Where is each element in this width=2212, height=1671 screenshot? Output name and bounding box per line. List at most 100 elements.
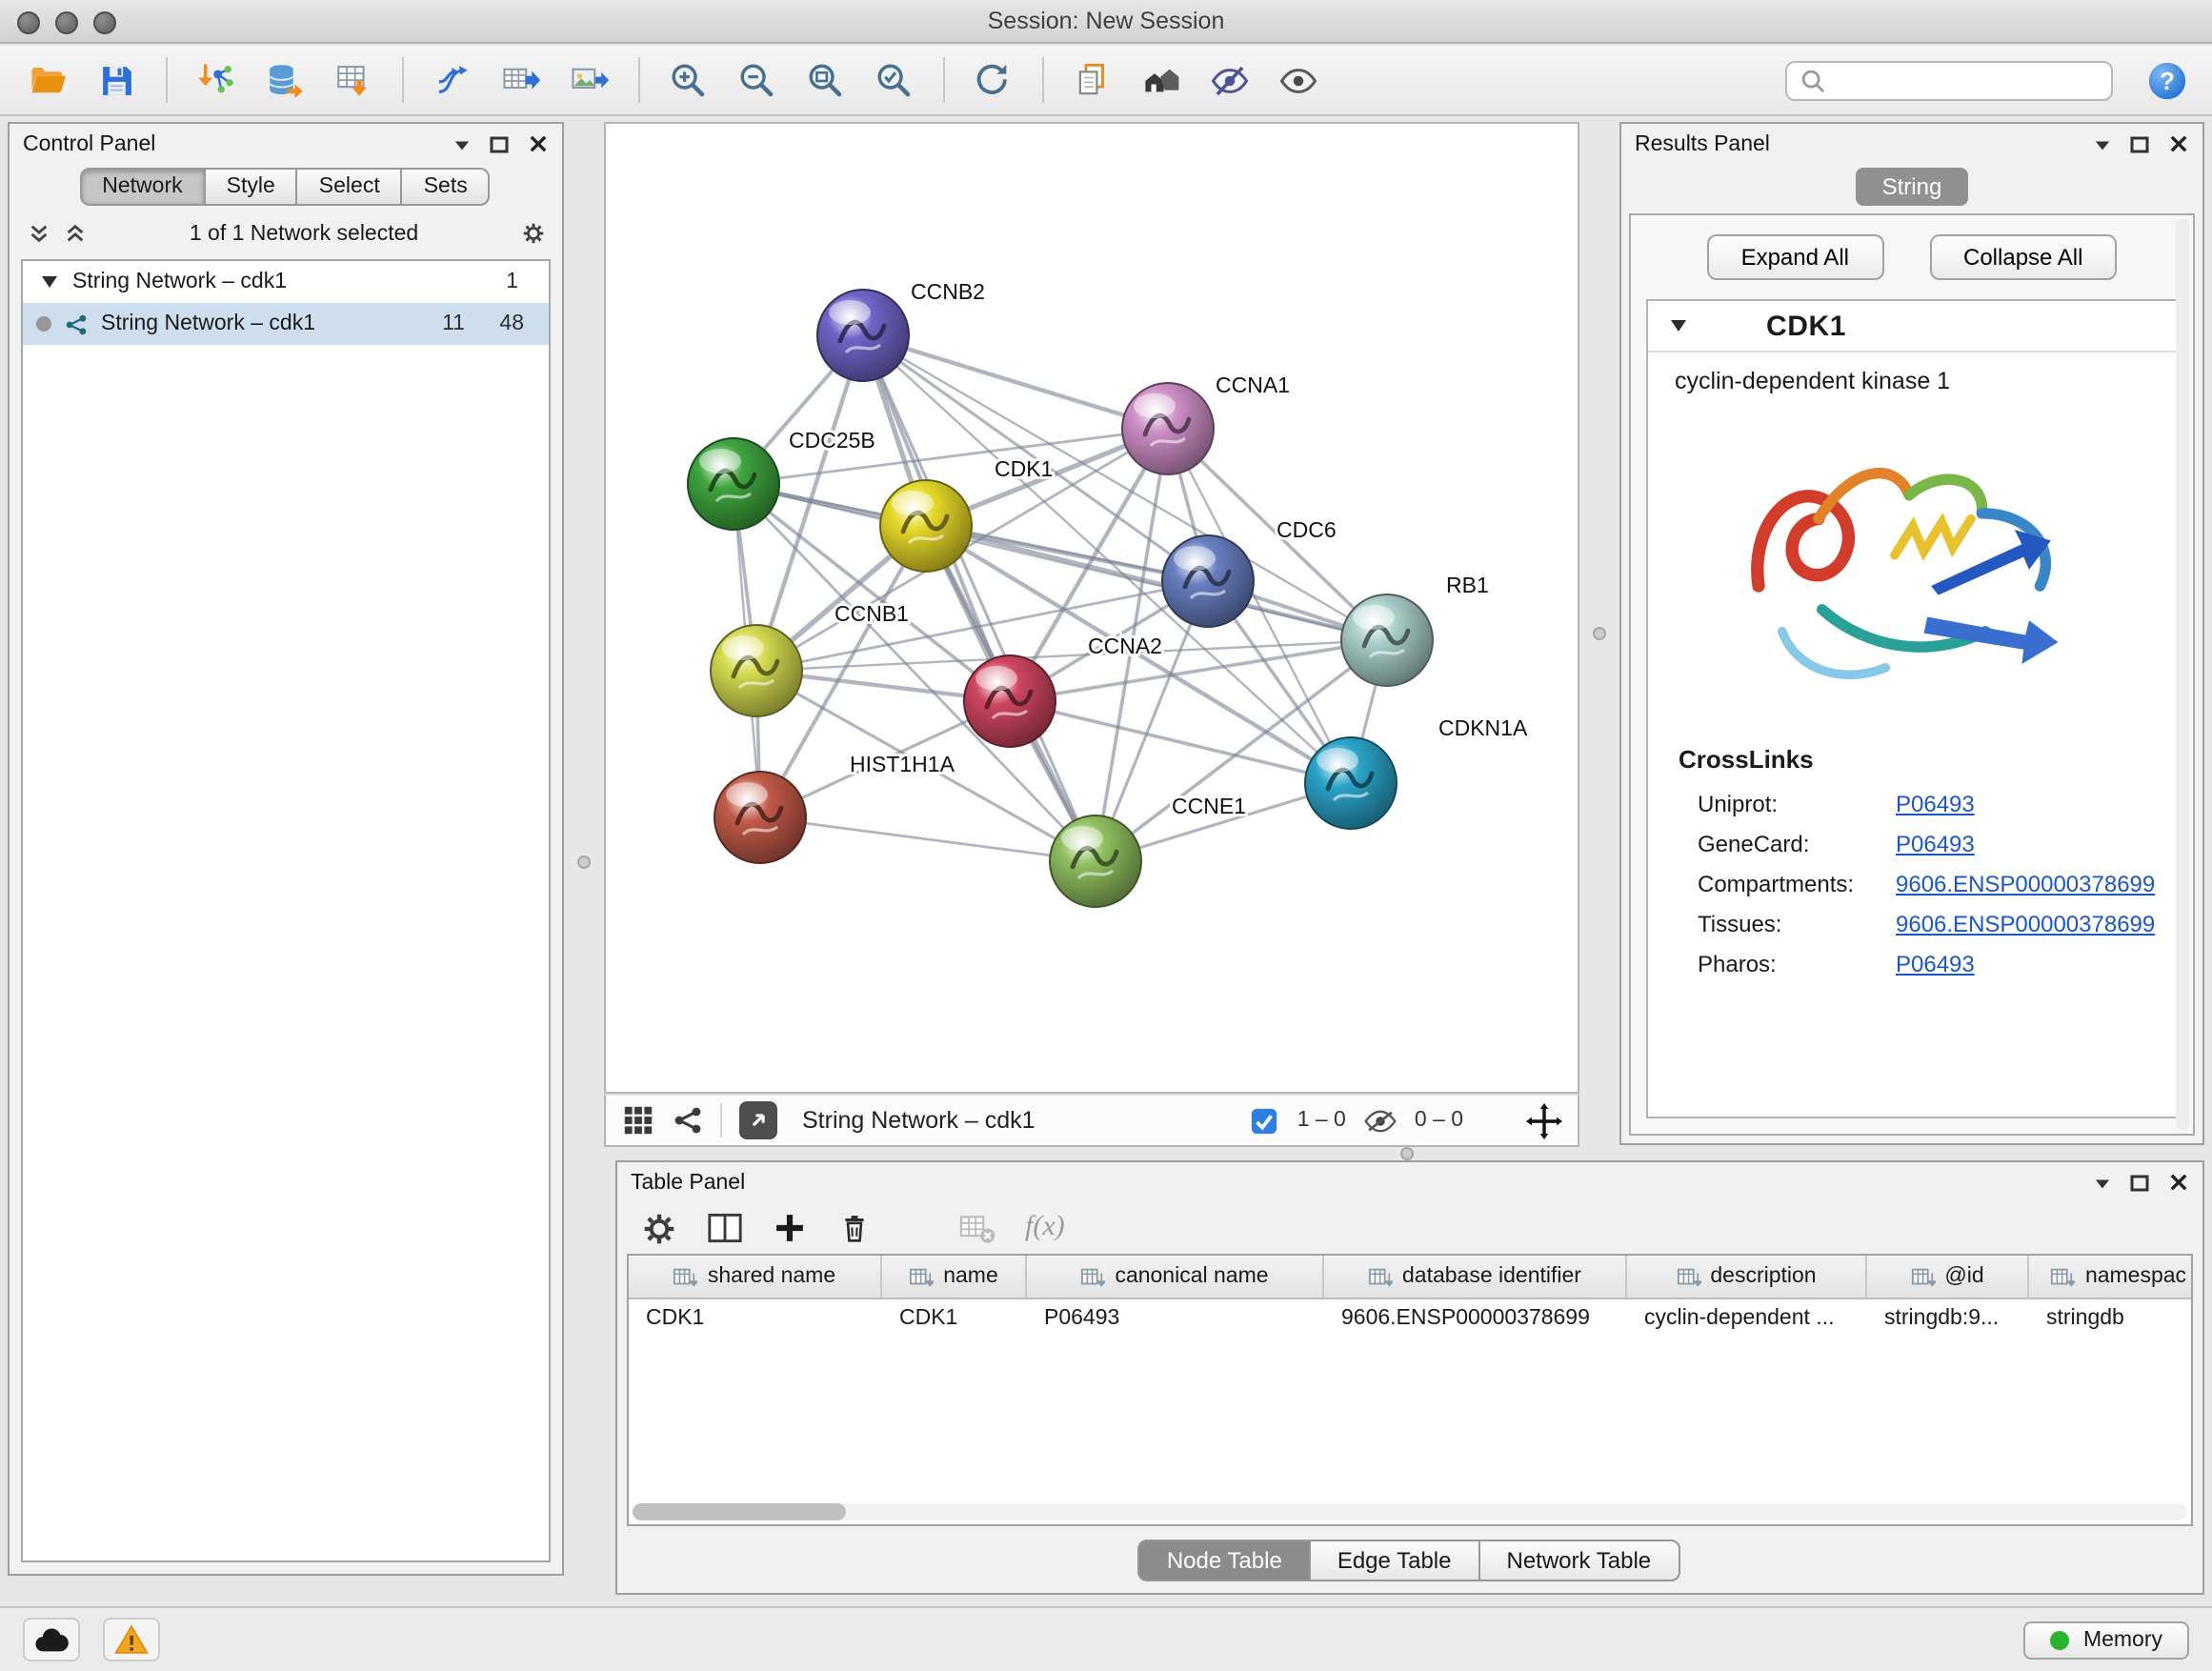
crosslink-value-link[interactable]: P06493 xyxy=(1896,790,1975,816)
zoom-out-button[interactable] xyxy=(732,54,783,106)
tab-network[interactable]: Network xyxy=(79,168,205,206)
show-columns-icon[interactable] xyxy=(705,1210,743,1246)
section-disclosure-icon[interactable] xyxy=(1671,320,1686,332)
warnings-button[interactable] xyxy=(103,1618,160,1661)
gear-icon[interactable] xyxy=(522,222,545,245)
panel-menu-icon[interactable] xyxy=(450,132,473,155)
network-graph[interactable]: CCNB2CCNA1CDC25BCDK1CDC6RB1CCNB1CCNA2CDK… xyxy=(606,124,1578,1092)
import-network-database-button[interactable] xyxy=(259,54,311,106)
table-cell[interactable]: CDK1 xyxy=(882,1299,1027,1341)
column-header--id[interactable]: @id xyxy=(1867,1256,2029,1298)
network-node-CDKN1A[interactable] xyxy=(1305,737,1397,829)
network-canvas[interactable]: CCNB2CCNA1CDC25BCDK1CDC6RB1CCNB1CCNA2CDK… xyxy=(604,122,1579,1094)
table-cell[interactable]: stringdb xyxy=(2029,1299,2193,1341)
column-header-description[interactable]: description xyxy=(1627,1256,1867,1298)
clone-network-button[interactable] xyxy=(427,54,478,106)
network-node-HIST1H1A[interactable] xyxy=(714,772,806,863)
import-network-file-button[interactable] xyxy=(191,54,242,106)
save-session-button[interactable] xyxy=(91,54,143,106)
table-cell[interactable]: P06493 xyxy=(1027,1299,1324,1341)
table-cell[interactable]: 9606.ENSP00000378699 xyxy=(1324,1299,1627,1341)
panel-float-icon[interactable] xyxy=(2128,132,2151,155)
tab-string[interactable]: String xyxy=(1856,168,1969,206)
bottom-splitter-handle[interactable] xyxy=(1400,1147,1414,1160)
network-node-CCNE1[interactable] xyxy=(1050,815,1141,907)
first-neighbors-button[interactable] xyxy=(1136,54,1187,106)
column-header-name[interactable]: name xyxy=(882,1256,1027,1298)
tab-style[interactable]: Style xyxy=(204,168,298,206)
help-button[interactable]: ? xyxy=(2145,58,2189,102)
panel-menu-icon[interactable] xyxy=(2090,132,2113,155)
network-node-CCNA2[interactable] xyxy=(964,655,1056,747)
horizontal-scrollbar-thumb[interactable] xyxy=(633,1503,846,1520)
network-node-CCNB2[interactable] xyxy=(817,290,909,381)
network-edge[interactable] xyxy=(863,335,1168,429)
panel-menu-icon[interactable] xyxy=(2090,1171,2113,1194)
show-all-button[interactable] xyxy=(1273,54,1324,106)
panel-close-icon[interactable] xyxy=(2166,1171,2189,1194)
right-splitter-handle[interactable] xyxy=(1593,627,1606,640)
table-row[interactable]: CDK1CDK1P064939606.ENSP00000378699cyclin… xyxy=(629,1299,2191,1341)
open-external-icon[interactable] xyxy=(739,1101,777,1139)
crosslink-value-link[interactable]: P06493 xyxy=(1896,950,1975,976)
zoom-selected-button[interactable] xyxy=(869,54,920,106)
network-node-CDC6[interactable] xyxy=(1162,535,1254,627)
column-header-shared-name[interactable]: shared name xyxy=(629,1256,882,1298)
zoom-fit-button[interactable] xyxy=(800,54,852,106)
network-edge[interactable] xyxy=(760,817,1096,861)
duplicate-document-button[interactable] xyxy=(1067,54,1118,106)
expand-all-tree-icon[interactable] xyxy=(63,222,86,245)
table-cell[interactable]: cyclin-dependent ... xyxy=(1627,1299,1867,1341)
crosslink-value-link[interactable]: 9606.ENSP00000378699 xyxy=(1896,910,2155,936)
disclosure-triangle-icon[interactable] xyxy=(42,276,57,288)
collapse-all-button[interactable]: Collapse All xyxy=(1929,234,2117,280)
tab-edge-table[interactable]: Edge Table xyxy=(1309,1540,1480,1581)
network-edge[interactable] xyxy=(863,335,1096,861)
delete-column-trash-icon[interactable] xyxy=(836,1210,873,1246)
network-node-CDC25B[interactable] xyxy=(688,438,779,530)
collapse-all-tree-icon[interactable] xyxy=(27,222,50,245)
table-cell[interactable]: stringdb:9... xyxy=(1867,1299,2029,1341)
results-scrollbar[interactable] xyxy=(2176,219,2189,1130)
crosslink-value-link[interactable]: P06493 xyxy=(1896,830,1975,856)
crosslink-label: Uniprot: xyxy=(1698,790,1896,816)
add-column-icon[interactable] xyxy=(772,1210,808,1246)
network-node-CCNA1[interactable] xyxy=(1122,383,1214,474)
table-settings-gear-icon[interactable] xyxy=(640,1210,676,1246)
tree-row-network[interactable]: String Network – cdk1 11 48 xyxy=(23,303,549,345)
memory-button[interactable]: Memory xyxy=(2024,1621,2189,1659)
hide-selected-button[interactable] xyxy=(1204,54,1256,106)
crosslink-value-link[interactable]: 9606.ENSP00000378699 xyxy=(1896,870,2155,896)
network-overview-icon[interactable] xyxy=(671,1109,703,1132)
panel-close-icon[interactable] xyxy=(526,132,549,155)
pan-crosshair-icon[interactable] xyxy=(1524,1109,1562,1132)
export-image-button[interactable] xyxy=(564,54,615,106)
selected-checkbox-icon[interactable] xyxy=(1250,1109,1280,1132)
tree-row-collection[interactable]: String Network – cdk1 1 xyxy=(23,261,549,303)
column-header-namespac[interactable]: namespac xyxy=(2029,1256,2193,1298)
open-session-button[interactable] xyxy=(23,54,74,106)
panel-float-icon[interactable] xyxy=(2128,1171,2151,1194)
tab-network-table[interactable]: Network Table xyxy=(1478,1540,1680,1581)
table-cell[interactable]: CDK1 xyxy=(629,1299,882,1341)
panel-float-icon[interactable] xyxy=(488,132,511,155)
table-panel: Table Panel f(x) shared namenamecanonica… xyxy=(615,1160,2204,1595)
expand-all-button[interactable]: Expand All xyxy=(1707,234,1883,280)
tab-node-table[interactable]: Node Table xyxy=(1138,1540,1311,1581)
birdseye-view-icon[interactable] xyxy=(621,1109,654,1132)
refresh-button[interactable] xyxy=(968,54,1019,106)
network-node-CDK1[interactable] xyxy=(880,480,972,572)
network-node-CCNB1[interactable] xyxy=(711,625,802,716)
network-node-RB1[interactable] xyxy=(1341,594,1433,686)
zoom-in-button[interactable] xyxy=(663,54,714,106)
left-splitter-handle[interactable] xyxy=(577,856,591,869)
cloud-sync-button[interactable] xyxy=(23,1618,80,1661)
import-table-button[interactable] xyxy=(328,54,379,106)
search-input[interactable] xyxy=(1835,67,2098,93)
export-network-button[interactable] xyxy=(495,54,547,106)
tab-select[interactable]: Select xyxy=(296,168,403,206)
tab-sets[interactable]: Sets xyxy=(401,168,491,206)
column-header-canonical-name[interactable]: canonical name xyxy=(1027,1256,1324,1298)
panel-close-icon[interactable] xyxy=(2166,132,2189,155)
column-header-database-identifier[interactable]: database identifier xyxy=(1324,1256,1627,1298)
